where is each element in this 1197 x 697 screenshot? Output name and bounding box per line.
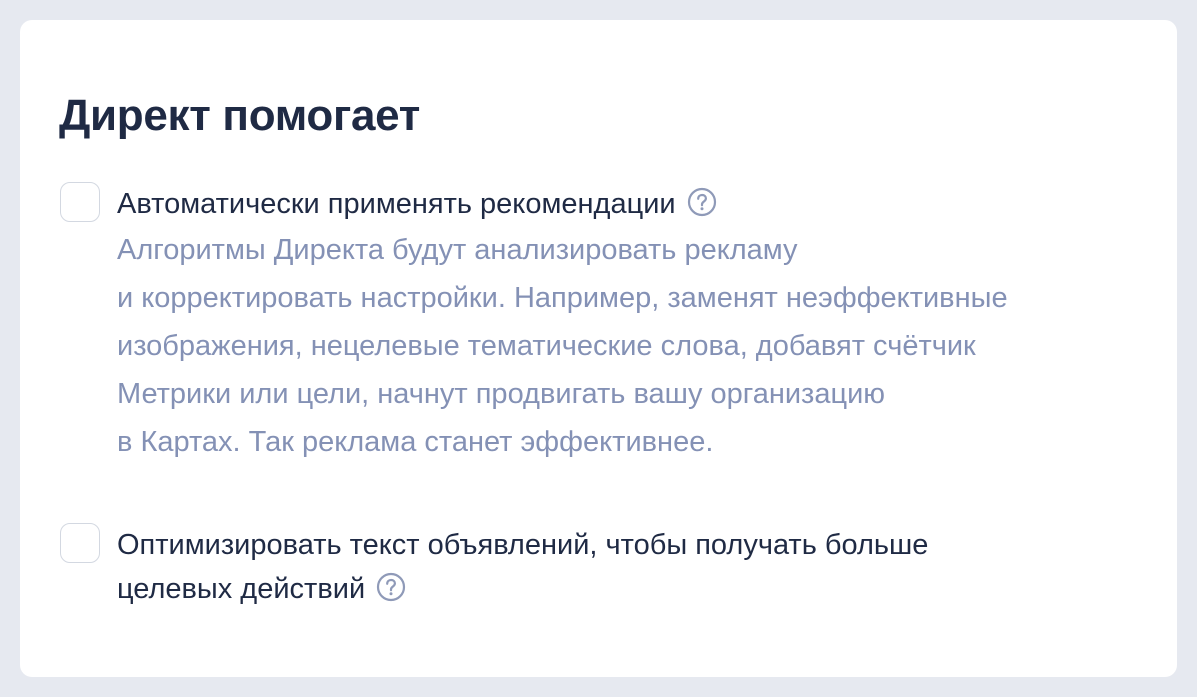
question-circle-icon[interactable] (375, 571, 407, 603)
description-line: и корректировать настройки. Например, за… (117, 282, 1008, 314)
description-line: Метрики или цели, начнут продвигать вашу… (117, 378, 886, 410)
option-body: Оптимизировать текст объявлений, чтобы п… (117, 523, 1077, 611)
label-line: целевых действий (117, 573, 366, 605)
question-circle-icon[interactable] (686, 186, 718, 218)
option-label-row: Автоматически применять рекомендации (117, 182, 1157, 226)
description-line: изображения, нецелевые тематические слов… (117, 330, 976, 362)
auto-apply-recommendations-checkbox[interactable] (60, 182, 100, 222)
direct-helps-panel: Директ помогает Автоматически применять … (20, 20, 1177, 677)
description-line: Алгоритмы Директа будут анализировать ре… (117, 234, 798, 266)
auto-apply-recommendations-description: Алгоритмы Директа будут анализировать ре… (117, 226, 1157, 466)
auto-apply-recommendations-label[interactable]: Автоматически применять рекомендации (117, 188, 676, 220)
optimize-ad-text-checkbox[interactable] (60, 523, 100, 563)
panel-title: Директ помогает (59, 91, 420, 140)
label-line: Оптимизировать текст объявлений, чтобы п… (117, 529, 929, 561)
optimize-ad-text-label[interactable]: Оптимизировать текст объявлений, чтобы п… (117, 523, 1077, 611)
description-line: в Картах. Так реклама станет эффективнее… (117, 426, 714, 458)
option-body: Автоматически применять рекомендации Алг… (117, 182, 1157, 466)
